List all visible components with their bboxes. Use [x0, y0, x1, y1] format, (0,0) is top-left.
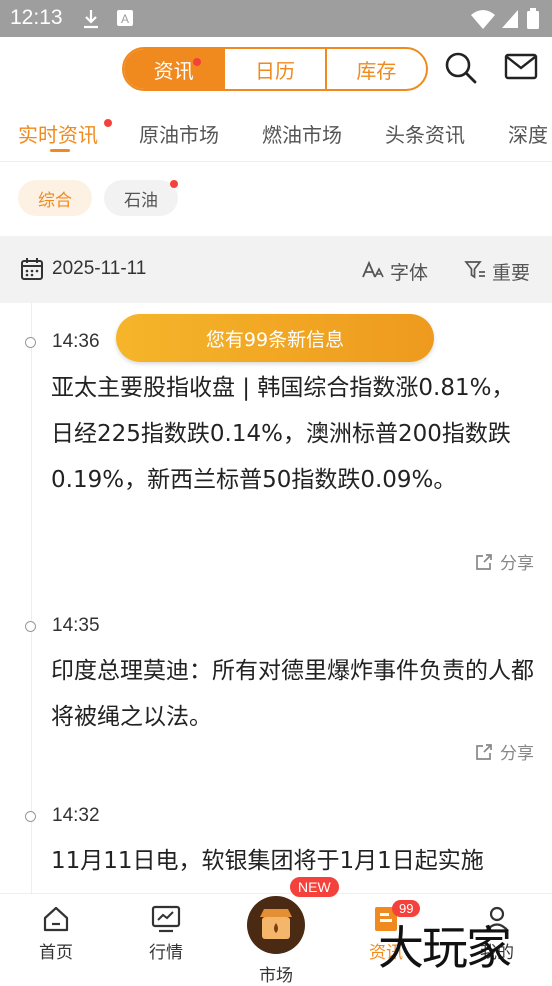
new-badge: NEW	[289, 876, 340, 898]
news-time: 14:32	[52, 805, 100, 826]
font-size-icon[interactable]	[362, 260, 384, 280]
active-tab-indicator	[50, 149, 70, 152]
tab-fuel-oil-market[interactable]: 燃油市场	[262, 119, 342, 148]
home-icon	[43, 906, 69, 932]
timeline-dot	[25, 621, 36, 632]
share-label: 分享	[500, 554, 534, 574]
calendar-icon[interactable]	[20, 257, 44, 281]
segment-inventory[interactable]: 库存	[324, 49, 426, 89]
svg-text:A: A	[121, 12, 129, 26]
nav-quotes[interactable]: 行情	[131, 904, 201, 963]
cell-signal-icon	[502, 10, 518, 28]
nav-home-label: 首页	[39, 943, 73, 963]
chip-petroleum-label: 石油	[124, 190, 158, 211]
share-button[interactable]: 分享	[474, 549, 534, 574]
segment-calendar[interactable]: 日历	[223, 49, 324, 89]
chip-general-label: 综合	[38, 190, 72, 211]
filter-icon[interactable]	[464, 260, 486, 280]
battery-icon	[527, 8, 539, 29]
app-notification-icon: A	[117, 10, 133, 26]
selected-date[interactable]: 2025-11-11	[52, 258, 146, 280]
category-tabs: 实时资讯 原油市场 燃油市场 头条资讯 深度	[0, 107, 552, 162]
wifi-icon	[471, 10, 495, 29]
nav-market-label: 市场	[259, 966, 293, 986]
font-size-button[interactable]: 字体	[390, 258, 428, 285]
segment-inventory-label: 库存	[356, 58, 397, 83]
important-filter-button[interactable]: 重要	[492, 258, 530, 285]
top-bar: 资讯 日历 库存	[0, 37, 552, 107]
chip-petroleum-dot	[170, 180, 178, 188]
tab-realtime-news[interactable]: 实时资讯	[18, 119, 98, 148]
tab-in-depth[interactable]: 深度	[508, 119, 548, 148]
news-text: 亚太主要股指收盘 | 韩国综合指数涨0.81%，日经225指数跌0.14%，澳洲…	[51, 375, 515, 493]
share-icon	[476, 553, 492, 570]
chart-icon	[151, 905, 181, 933]
timeline-line	[31, 303, 32, 893]
nav-quotes-label: 行情	[149, 943, 183, 963]
section-switcher: 资讯 日历 库存	[122, 47, 428, 91]
share-label: 分享	[500, 744, 534, 764]
status-bar: 12:13 A	[0, 0, 552, 37]
segment-news-label: 资讯	[153, 58, 194, 83]
new-messages-toast[interactable]: 您有99条新信息	[116, 314, 434, 362]
segment-calendar-label: 日历	[254, 58, 295, 83]
share-icon	[476, 743, 492, 760]
tab-headline-news[interactable]: 头条资讯	[385, 119, 465, 148]
nav-home[interactable]: 首页	[21, 904, 91, 963]
news-text: 印度总理莫迪：所有对德里爆炸事件负责的人都将被绳之以法。	[51, 658, 534, 730]
chip-petroleum[interactable]: 石油	[104, 180, 178, 216]
segment-news[interactable]: 资讯	[124, 49, 224, 89]
news-time: 14:36	[52, 331, 100, 352]
share-button[interactable]: 分享	[474, 739, 534, 764]
download-icon	[84, 10, 98, 29]
status-time: 12:13	[10, 6, 63, 29]
market-icon	[247, 896, 305, 954]
date-filter-bar: 2025-11-11 字体 重要	[0, 236, 552, 303]
news-time: 14:35	[52, 615, 100, 636]
mail-icon[interactable]	[504, 52, 538, 82]
tab-realtime-news-dot	[104, 119, 112, 127]
segment-news-dot	[193, 58, 202, 66]
watermark: 大玩家	[378, 921, 512, 975]
tab-crude-oil-market[interactable]: 原油市场	[139, 119, 219, 148]
timeline-dot	[25, 337, 36, 348]
chip-general[interactable]: 综合	[18, 180, 92, 216]
search-icon[interactable]	[444, 51, 478, 85]
timeline-dot	[25, 811, 36, 822]
news-feed: 14:36 亚太主要股指收盘 | 韩国综合指数涨0.81%，日经225指数跌0.…	[0, 303, 552, 893]
